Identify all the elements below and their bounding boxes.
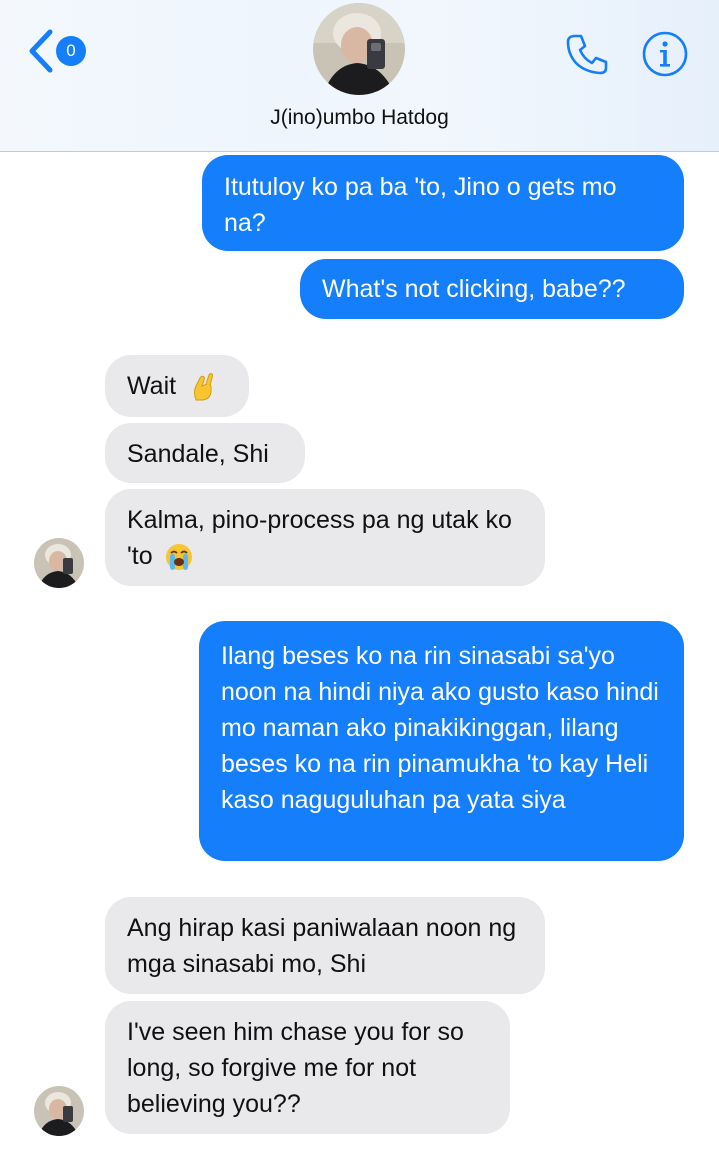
message-bubble-received[interactable]: Ang hirap kasi paniwalaan noon ng mga si… bbox=[105, 897, 545, 994]
message-bubble-received[interactable]: Sandale, Shi bbox=[105, 423, 305, 483]
message-bubble-received[interactable]: I've seen him chase you for so long, so … bbox=[105, 1001, 510, 1134]
message-bubble-received[interactable]: Kalma, pino-process pa ng utak ko 'to bbox=[105, 489, 545, 586]
unread-count-badge: 0 bbox=[56, 36, 86, 66]
contact-avatar-small[interactable] bbox=[34, 1086, 84, 1136]
info-button[interactable] bbox=[641, 30, 689, 78]
message-text: I've seen him chase you for so long, so … bbox=[127, 1018, 464, 1118]
messages-conversation-screen: 0 J(ino)umbo Hatdog Itutuloy ko pa ba 't… bbox=[0, 0, 719, 1161]
message-text: Wait bbox=[127, 372, 177, 400]
message-bubble-sent[interactable]: Itutuloy ko pa ba 'to, Jino o gets mo na… bbox=[202, 155, 684, 251]
contact-avatar-small[interactable] bbox=[34, 538, 84, 588]
pinching-hand-emoji bbox=[194, 373, 214, 401]
back-chevron-icon bbox=[29, 29, 53, 73]
contact-avatar[interactable] bbox=[313, 3, 405, 95]
phone-icon bbox=[566, 34, 608, 75]
message-bubble-sent[interactable]: What's not clicking, babe?? bbox=[300, 259, 684, 319]
conversation-header: 0 J(ino)umbo Hatdog bbox=[0, 0, 719, 152]
message-text: Sandale, Shi bbox=[127, 440, 269, 468]
call-button[interactable] bbox=[563, 30, 611, 78]
message-text: Ilang beses ko na rin sinasabi sa'yo noo… bbox=[221, 642, 659, 814]
back-button[interactable]: 0 bbox=[26, 28, 96, 74]
contact-name[interactable]: J(ino)umbo Hatdog bbox=[0, 106, 719, 130]
message-text: Itutuloy ko pa ba 'to, Jino o gets mo na… bbox=[224, 173, 617, 237]
message-bubble-received[interactable]: Wait bbox=[105, 355, 249, 417]
loudly-crying-face-emoji bbox=[165, 544, 192, 571]
message-text: Ang hirap kasi paniwalaan noon ng mga si… bbox=[127, 914, 517, 978]
info-icon bbox=[642, 31, 688, 77]
message-bubble-sent[interactable]: Ilang beses ko na rin sinasabi sa'yo noo… bbox=[199, 621, 684, 861]
message-text: What's not clicking, babe?? bbox=[322, 275, 626, 303]
